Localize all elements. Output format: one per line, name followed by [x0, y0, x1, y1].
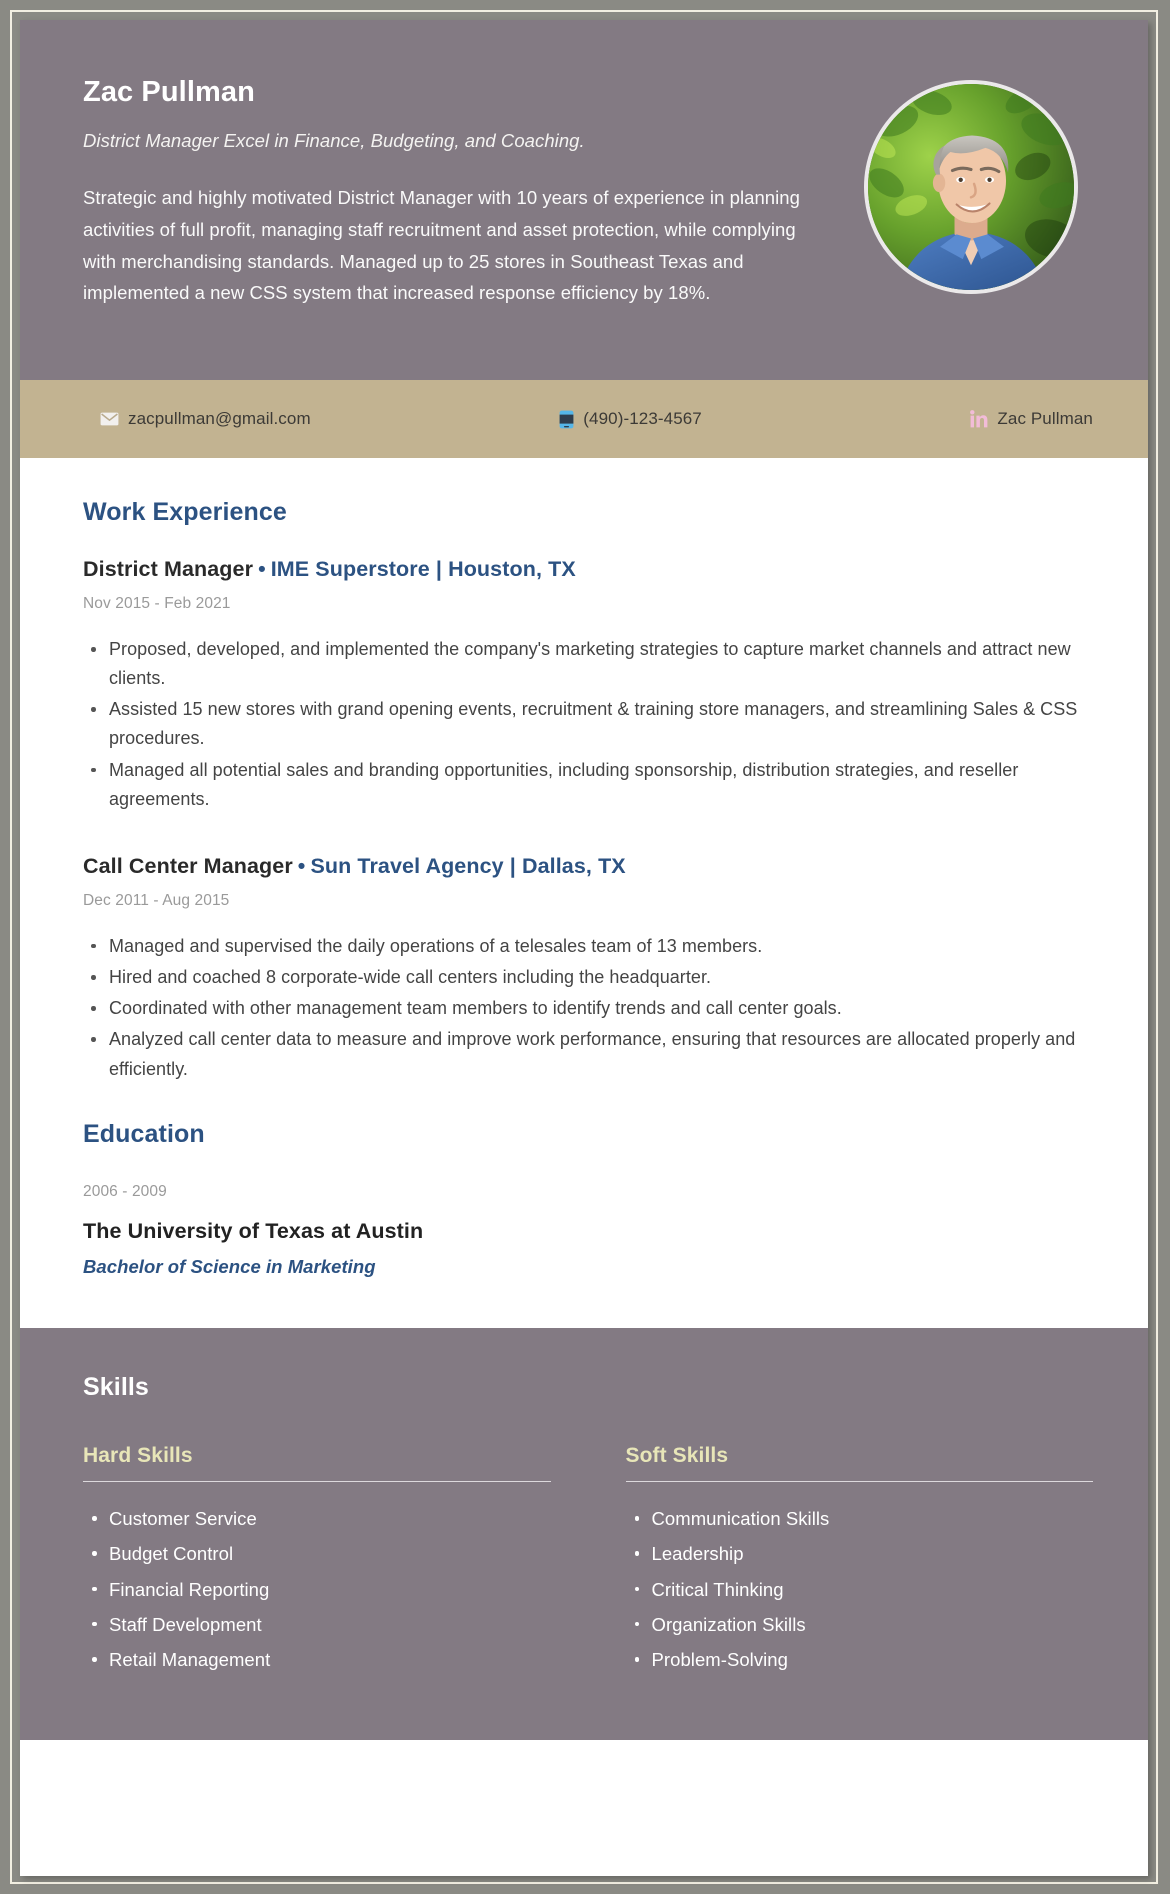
list-item: Organization Skills	[626, 1610, 1094, 1639]
list-item: Assisted 15 new stores with grand openin…	[83, 695, 1094, 753]
smartphone-icon	[559, 410, 574, 429]
job-role: District Manager	[83, 557, 254, 581]
education-entry: 2006 - 2009 The University of Texas at A…	[83, 1183, 1094, 1278]
list-item: Hired and coached 8 corporate-wide call …	[83, 963, 1094, 992]
job-dates: Dec 2011 - Aug 2015	[83, 891, 230, 909]
contact-linkedin-text: Zac Pullman	[997, 409, 1093, 428]
list-item: Proposed, developed, and implemented the…	[83, 635, 1094, 693]
skills-subheading-soft: Soft Skills	[625, 1443, 729, 1467]
education-degree: Bachelor of Science in Marketing	[83, 1255, 376, 1277]
list-item: Problem-Solving	[626, 1645, 1094, 1674]
paper-frame: Zac Pullman District Manager Excel in Fi…	[10, 10, 1158, 1884]
contact-email[interactable]: zacpullman@gmail.com	[100, 409, 311, 429]
contact-phone-text: (490)-123-4567	[583, 409, 702, 428]
list-item: Customer Service	[83, 1504, 551, 1533]
job-dates: Nov 2015 - Feb 2021	[83, 595, 231, 612]
contact-email-text: zacpullman@gmail.com	[128, 409, 311, 428]
resume-document: Zac Pullman District Manager Excel in Fi…	[20, 20, 1148, 1876]
resume-header: Zac Pullman District Manager Excel in Fi…	[20, 20, 1148, 380]
list-item: Managed and supervised the daily operati…	[83, 932, 1094, 961]
header-text-block: Zac Pullman District Manager Excel in Fi…	[83, 60, 813, 309]
divider	[625, 1480, 1093, 1483]
skills-column-hard: Hard Skills Customer Service Budget Cont…	[83, 1444, 551, 1681]
linkedin-icon	[970, 410, 988, 428]
section-title-education: Education	[83, 1119, 205, 1148]
professional-summary: Strategic and highly motivated District …	[83, 187, 800, 304]
profile-photo-image	[868, 84, 1074, 290]
resume-body: Work Experience District Manager • IME Sup…	[20, 458, 1148, 1328]
list-item: Communication Skills	[626, 1504, 1094, 1533]
list-item: Managed all potential sales and branding…	[83, 756, 1094, 814]
envelope-icon	[100, 412, 119, 426]
job-company: IME Superstore | Houston, TX	[270, 557, 576, 581]
education-dates: 2006 - 2009	[83, 1182, 167, 1200]
skills-columns: Hard Skills Customer Service Budget Cont…	[83, 1444, 1093, 1681]
job-separator: •	[258, 557, 266, 581]
job-entry: Call Center Manager • Sun Travel Agency | …	[83, 854, 1094, 1084]
job-heading: District Manager • IME Superstore | Housto…	[83, 557, 1094, 582]
job-bullet-list: Managed and supervised the daily operati…	[83, 932, 1094, 1084]
profile-photo	[864, 80, 1078, 294]
divider	[83, 1480, 551, 1483]
job-heading: Call Center Manager • Sun Travel Agency | …	[83, 854, 1094, 879]
list-item: Retail Management	[83, 1645, 551, 1674]
skills-section: Skills Hard Skills Customer Service Budg…	[20, 1327, 1148, 1741]
list-item: Financial Reporting	[83, 1575, 551, 1604]
job-bullet-list: Proposed, developed, and implemented the…	[83, 635, 1094, 814]
hard-skills-list: Customer Service Budget Control Financia…	[83, 1504, 551, 1674]
skills-subheading-hard: Hard Skills	[83, 1443, 193, 1467]
list-item: Staff Development	[83, 1610, 551, 1639]
contact-linkedin[interactable]: Zac Pullman	[970, 409, 1093, 429]
education-school: The University of Texas at Austin	[83, 1218, 424, 1243]
job-company: Sun Travel Agency | Dallas, TX	[310, 853, 626, 878]
skills-column-soft: Soft Skills Communication Skills Leaders…	[625, 1443, 1094, 1681]
contact-bar: zacpullman@gmail.com (490)-123-4567 Zac …	[20, 380, 1148, 458]
job-entry: District Manager • IME Superstore | Housto…	[83, 557, 1094, 814]
contact-phone[interactable]: (490)-123-4567	[311, 409, 971, 429]
job-separator: •	[297, 853, 306, 878]
soft-skills-list: Communication Skills Leadership Critical…	[626, 1504, 1094, 1674]
page-background: Zac Pullman District Manager Excel in Fi…	[0, 0, 1170, 1894]
section-title-skills: Skills	[83, 1372, 149, 1401]
list-item: Coordinated with other management team m…	[83, 994, 1094, 1023]
list-item: Leadership	[626, 1539, 1094, 1568]
page-title: Zac Pullman	[83, 76, 255, 108]
professional-headline: District Manager Excel in Finance, Budge…	[83, 130, 585, 151]
section-title-work-experience: Work Experience	[83, 498, 287, 526]
job-role: Call Center Manager	[83, 853, 293, 878]
list-item: Critical Thinking	[626, 1575, 1094, 1604]
list-item: Budget Control	[83, 1539, 551, 1568]
list-item: Analyzed call center data to measure and…	[83, 1025, 1094, 1083]
avatar	[864, 80, 1078, 294]
